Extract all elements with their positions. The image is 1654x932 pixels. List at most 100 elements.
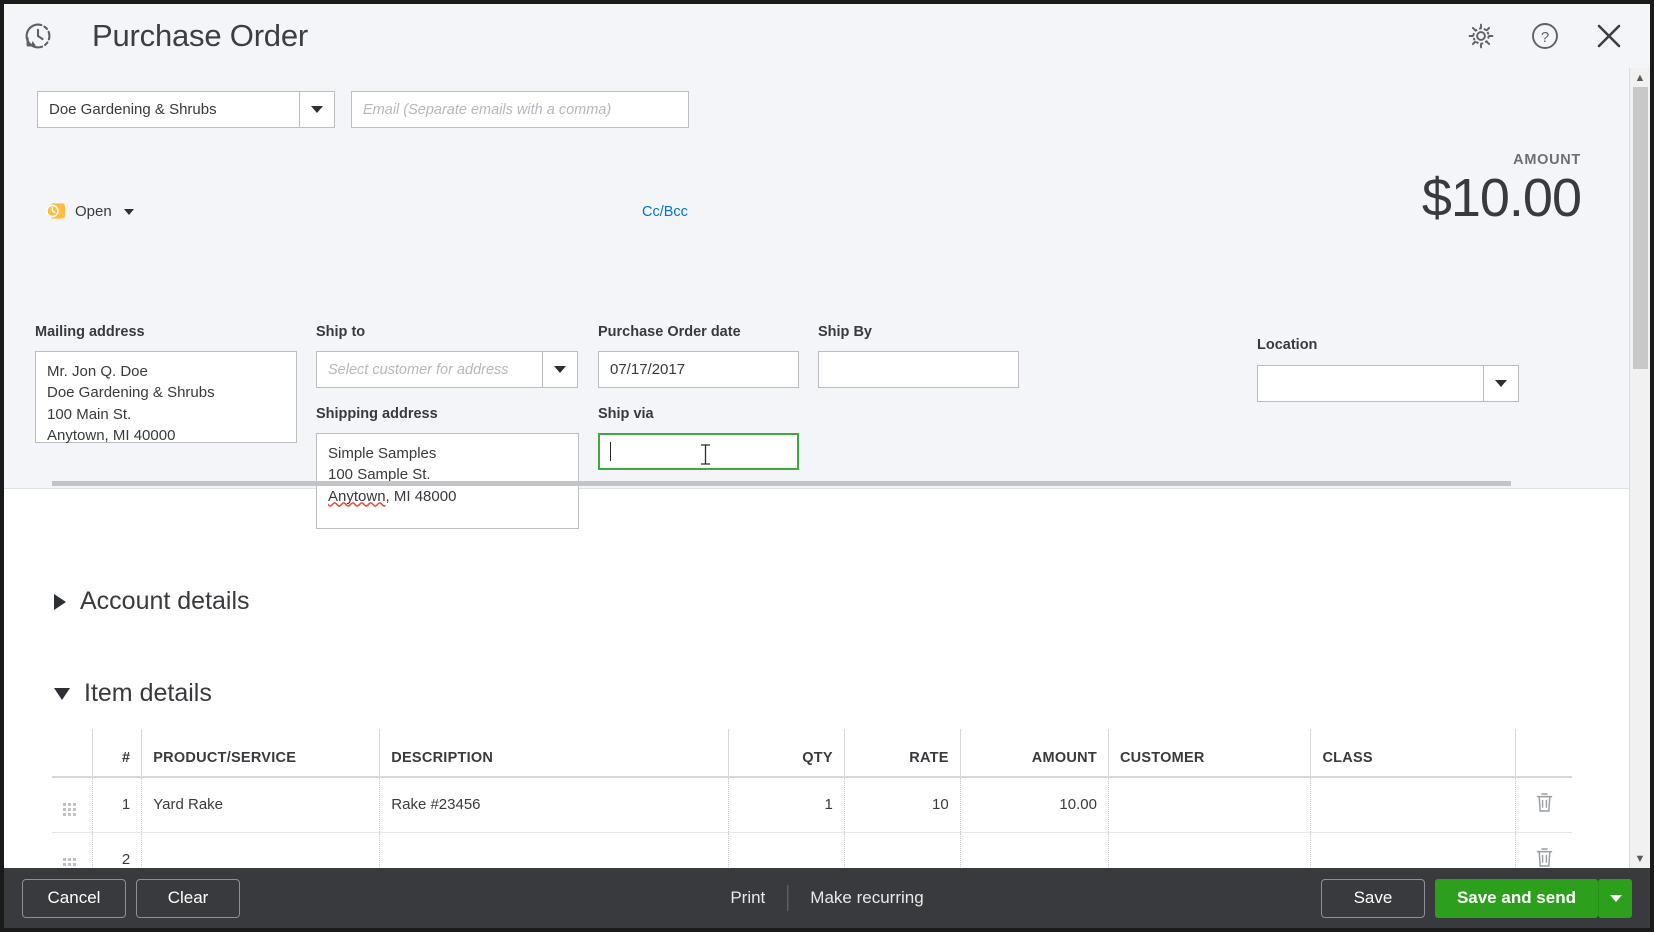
th-product-service: PRODUCT/SERVICE bbox=[142, 729, 380, 777]
line-items-table: # PRODUCT/SERVICE DESCRIPTION QTY RATE A… bbox=[52, 729, 1572, 868]
table-row[interactable]: 1 Yard Rake Rake #23456 1 10 10.00 bbox=[52, 777, 1572, 832]
save-and-send-dropdown-button[interactable] bbox=[1598, 879, 1632, 918]
ship-to-group: Ship to Select customer for address bbox=[316, 324, 578, 388]
th-drag bbox=[52, 729, 93, 777]
location-input[interactable] bbox=[1257, 365, 1483, 402]
row-product-service[interactable] bbox=[142, 832, 380, 868]
row-delete-button[interactable] bbox=[1516, 777, 1572, 832]
clear-button[interactable]: Clear bbox=[136, 879, 240, 918]
amount-summary: AMOUNT $10.00 bbox=[1422, 152, 1581, 227]
row-qty[interactable]: 1 bbox=[728, 777, 844, 832]
footer-action-bar: Cancel Clear Print Make recurring Save S… bbox=[4, 868, 1650, 928]
amount-label: AMOUNT bbox=[1422, 152, 1581, 168]
row-index: 2 bbox=[93, 832, 142, 868]
ship-to-label: Ship to bbox=[316, 324, 578, 340]
row-class[interactable] bbox=[1311, 832, 1516, 868]
vertical-scrollbar[interactable]: ▲ ▼ bbox=[1629, 68, 1650, 868]
save-button[interactable]: Save bbox=[1321, 879, 1425, 918]
table-header-row: # PRODUCT/SERVICE DESCRIPTION QTY RATE A… bbox=[52, 729, 1572, 777]
print-link[interactable]: Print bbox=[708, 888, 787, 908]
row-description[interactable]: Rake #23456 bbox=[380, 777, 729, 832]
text-caret bbox=[610, 442, 611, 461]
ship-by-group: Ship By bbox=[818, 324, 1019, 388]
th-class: CLASS bbox=[1311, 729, 1516, 777]
th-amount: AMOUNT bbox=[960, 729, 1108, 777]
ship-via-group: Ship via bbox=[598, 406, 799, 470]
shipping-address-line-1: Simple Samples bbox=[328, 443, 567, 464]
drag-grip-icon bbox=[63, 803, 76, 816]
svg-text:?: ? bbox=[1541, 29, 1549, 46]
item-details-section-toggle[interactable]: Item details bbox=[54, 679, 212, 708]
purchase-order-date-input[interactable]: 07/17/2017 bbox=[598, 351, 799, 388]
make-recurring-link[interactable]: Make recurring bbox=[788, 888, 945, 908]
mailing-address-line-3: 100 Main St. bbox=[47, 404, 285, 425]
chevron-down-icon bbox=[1495, 380, 1507, 387]
help-question-icon[interactable]: ? bbox=[1526, 17, 1564, 55]
location-label: Location bbox=[1257, 337, 1519, 353]
ship-via-input[interactable] bbox=[598, 433, 799, 470]
purchase-order-date-group: Purchase Order date 07/17/2017 bbox=[598, 324, 799, 388]
location-group: Location bbox=[1257, 337, 1519, 402]
location-field[interactable] bbox=[1257, 365, 1519, 402]
ship-to-dropdown-caret[interactable] bbox=[542, 351, 578, 388]
close-x-icon[interactable] bbox=[1590, 17, 1628, 55]
th-customer: CUSTOMER bbox=[1108, 729, 1311, 777]
row-amount[interactable] bbox=[960, 832, 1108, 868]
row-qty[interactable] bbox=[728, 832, 844, 868]
hscroll-thumb[interactable] bbox=[52, 481, 1511, 486]
row-index: 1 bbox=[93, 777, 142, 832]
table-row[interactable]: 2 bbox=[52, 832, 1572, 868]
location-dropdown-caret[interactable] bbox=[1483, 365, 1519, 402]
triangle-right-icon bbox=[54, 594, 66, 610]
page-title: Purchase Order bbox=[92, 18, 308, 54]
footer-center-actions: Print Make recurring bbox=[708, 885, 945, 911]
row-class[interactable] bbox=[1311, 777, 1516, 832]
history-clock-icon[interactable] bbox=[18, 16, 58, 56]
form-content: Doe Gardening & Shrubs Email (Separate e… bbox=[4, 68, 1629, 868]
mailing-address-textarea[interactable]: Mr. Jon Q. Doe Doe Gardening & Shrubs 10… bbox=[35, 351, 297, 443]
spellcheck-underlined-word: Anytown bbox=[328, 488, 386, 505]
scroll-up-arrow-icon[interactable]: ▲ bbox=[1630, 68, 1650, 87]
status-badge[interactable]: Open bbox=[44, 200, 134, 222]
vendor-dropdown-caret-icon[interactable] bbox=[299, 91, 335, 128]
row-rate[interactable] bbox=[844, 832, 960, 868]
window-titlebar: Purchase Order ? bbox=[4, 4, 1650, 68]
form-scroll-area: Doe Gardening & Shrubs Email (Separate e… bbox=[4, 68, 1650, 868]
row-customer[interactable] bbox=[1108, 832, 1311, 868]
shipping-address-line-3-rest: , MI 48000 bbox=[386, 488, 457, 505]
table-horizontal-scrollbar[interactable] bbox=[52, 478, 1572, 489]
chevron-down-icon bbox=[554, 366, 566, 373]
scroll-down-arrow-icon[interactable]: ▼ bbox=[1630, 849, 1650, 868]
purchase-order-header-panel: Doe Gardening & Shrubs Email (Separate e… bbox=[4, 68, 1629, 489]
shipping-address-label: Shipping address bbox=[316, 406, 579, 422]
save-and-send-button[interactable]: Save and send bbox=[1435, 879, 1598, 918]
cc-bcc-link[interactable]: Cc/Bcc bbox=[642, 204, 688, 220]
ship-to-field[interactable]: Select customer for address bbox=[316, 351, 578, 388]
status-label: Open bbox=[75, 203, 112, 220]
ship-by-input[interactable] bbox=[818, 351, 1019, 388]
row-drag-handle[interactable] bbox=[52, 777, 93, 832]
th-delete bbox=[1516, 729, 1572, 777]
chevron-down-icon bbox=[1610, 895, 1622, 902]
ibeam-mouse-cursor bbox=[700, 444, 711, 465]
trash-icon bbox=[1535, 847, 1554, 868]
email-input[interactable]: Email (Separate emails with a comma) bbox=[351, 91, 689, 128]
cancel-button[interactable]: Cancel bbox=[22, 879, 126, 918]
row-rate[interactable]: 10 bbox=[844, 777, 960, 832]
footer-left-actions: Cancel Clear bbox=[22, 879, 240, 918]
vscroll-thumb[interactable] bbox=[1633, 87, 1648, 369]
th-rate: RATE bbox=[844, 729, 960, 777]
row-amount[interactable]: 10.00 bbox=[960, 777, 1108, 832]
vendor-name-value[interactable]: Doe Gardening & Shrubs bbox=[37, 91, 299, 128]
trash-icon bbox=[1535, 792, 1554, 813]
row-delete-button[interactable] bbox=[1516, 832, 1572, 868]
row-customer[interactable] bbox=[1108, 777, 1311, 832]
row-description[interactable] bbox=[380, 832, 729, 868]
gear-icon[interactable] bbox=[1462, 17, 1500, 55]
account-details-section-toggle[interactable]: Account details bbox=[54, 587, 250, 616]
vendor-field[interactable]: Doe Gardening & Shrubs bbox=[37, 91, 335, 128]
ship-by-label: Ship By bbox=[818, 324, 1019, 340]
ship-to-input[interactable]: Select customer for address bbox=[316, 351, 542, 388]
row-product-service[interactable]: Yard Rake bbox=[142, 777, 380, 832]
row-drag-handle[interactable] bbox=[52, 832, 93, 868]
